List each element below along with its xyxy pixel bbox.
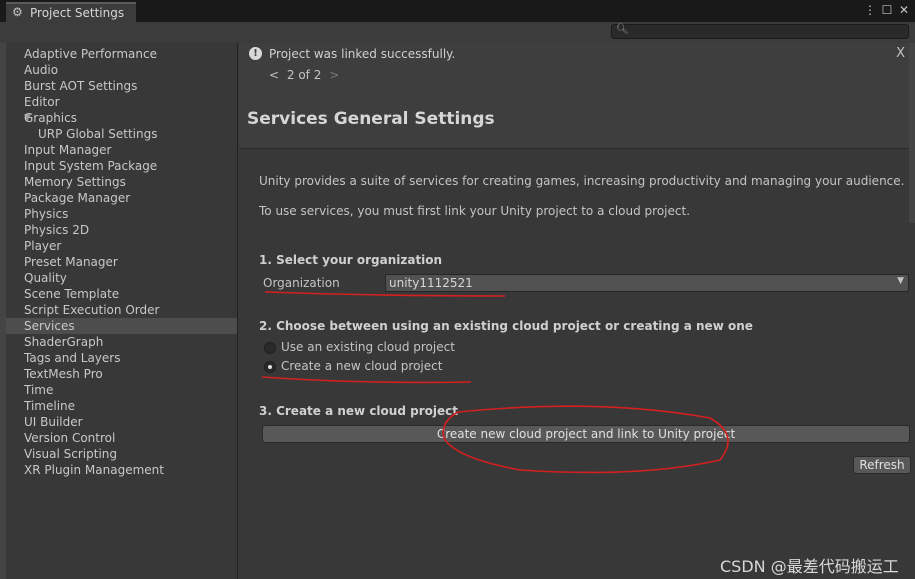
pager-prev-button[interactable]: < xyxy=(269,68,279,82)
sidebar-item-label: Adaptive Performance xyxy=(24,47,157,61)
sidebar-item[interactable]: Audio xyxy=(6,62,237,78)
notification-message: Project was linked successfully. xyxy=(269,47,456,61)
sidebar-item-label: Audio xyxy=(24,63,59,77)
sidebar-item-label: Editor xyxy=(24,95,60,109)
close-icon[interactable]: ✕ xyxy=(896,3,912,17)
sidebar-item[interactable]: Preset Manager xyxy=(6,254,237,270)
sidebar-item-label: ShaderGraph xyxy=(24,335,104,349)
sidebar-item-label: UI Builder xyxy=(24,415,83,429)
organization-dropdown[interactable]: unity1112521 ▼ xyxy=(385,274,909,292)
radio-new-label: Create a new cloud project xyxy=(281,359,443,373)
sidebar-item[interactable]: Services xyxy=(6,318,237,334)
services-content: Unity provides a suite of services for c… xyxy=(239,149,915,579)
sidebar-item-label: Physics 2D xyxy=(24,223,90,237)
sidebar-item-label: Memory Settings xyxy=(24,175,126,189)
intro-text: Unity provides a suite of services for c… xyxy=(259,174,905,188)
search-input[interactable]: 🔍︎ xyxy=(611,24,909,39)
sidebar-item[interactable]: Physics 2D xyxy=(6,222,237,238)
sidebar-item[interactable]: XR Plugin Management xyxy=(6,462,237,478)
sidebar-item[interactable]: Tags and Layers xyxy=(6,350,237,366)
sidebar-item-label: Script Execution Order xyxy=(24,303,160,317)
kebab-menu-icon[interactable]: ⋮ xyxy=(862,3,878,17)
sidebar-item-label: Input System Package xyxy=(24,159,158,173)
sidebar-item[interactable]: Visual Scripting xyxy=(6,446,237,462)
info-icon: ! xyxy=(249,47,262,60)
sidebar-item-label: Graphics xyxy=(24,111,77,125)
radio-existing-circle[interactable] xyxy=(264,342,276,354)
page-header: Services General Settings xyxy=(239,91,915,149)
sidebar-item[interactable]: Version Control xyxy=(6,430,237,446)
sidebar-item-label: URP Global Settings xyxy=(38,127,158,141)
sidebar-item-label: Preset Manager xyxy=(24,255,118,269)
radio-existing-label: Use an existing cloud project xyxy=(281,340,455,354)
title-bar: ⚙ Project Settings ⋮ ☐ ✕ xyxy=(0,0,915,22)
sidebar-item[interactable]: Time xyxy=(6,382,237,398)
pager-next-button[interactable]: > xyxy=(329,68,339,82)
sidebar-item[interactable]: Physics xyxy=(6,206,237,222)
notification-pager: < 2 of 2 > xyxy=(269,68,339,82)
pager-count: 2 of 2 xyxy=(286,68,322,82)
watermark: CSDN @最差代码搬运工 xyxy=(720,557,899,576)
sidebar-item[interactable]: Scene Template xyxy=(6,286,237,302)
sidebar-item[interactable]: TextMesh Pro xyxy=(6,366,237,382)
sidebar-item[interactable]: ▼ Graphics xyxy=(6,110,237,126)
sidebar-item-label: Time xyxy=(24,383,54,397)
organization-value: unity1112521 xyxy=(389,276,473,290)
sidebar-item[interactable]: Script Execution Order xyxy=(6,302,237,318)
sidebar-item[interactable]: Burst AOT Settings xyxy=(6,78,237,94)
sidebar-item-label: Tags and Layers xyxy=(24,351,121,365)
sidebar-item[interactable]: Adaptive Performance xyxy=(6,46,237,62)
sidebar-item[interactable]: ShaderGraph xyxy=(6,334,237,350)
sidebar-item-label: Timeline xyxy=(24,399,76,413)
organization-label: Organization xyxy=(263,276,340,290)
radio-new-circle[interactable] xyxy=(264,361,276,373)
gear-icon: ⚙ xyxy=(12,5,23,19)
notification-close-button[interactable]: X xyxy=(896,46,905,61)
sidebar-item[interactable]: Input System Package xyxy=(6,158,237,174)
sidebar-item-label: Version Control xyxy=(24,431,116,445)
step2-title: 2. Choose between using an existing clou… xyxy=(259,319,753,333)
notification-banner: ! Project was linked successfully. X < 2… xyxy=(239,43,915,91)
sidebar-item-label: XR Plugin Management xyxy=(24,463,164,477)
maximize-icon[interactable]: ☐ xyxy=(879,3,895,17)
sidebar-item-label: Input Manager xyxy=(24,143,112,157)
tab-project-settings[interactable]: ⚙ Project Settings xyxy=(6,2,136,22)
sidebar-item-label: Services xyxy=(24,319,75,333)
chevron-down-icon: ▼ xyxy=(897,276,904,286)
sidebar-item-label: Burst AOT Settings xyxy=(24,79,138,93)
sidebar-item-label: Visual Scripting xyxy=(24,447,117,461)
page-title: Services General Settings xyxy=(247,109,495,129)
sidebar-item[interactable]: Editor xyxy=(6,94,237,110)
sidebar-item[interactable]: Timeline xyxy=(6,398,237,414)
sidebar-item[interactable]: Input Manager xyxy=(6,142,237,158)
sidebar-item[interactable]: UI Builder xyxy=(6,414,237,430)
tab-title: Project Settings xyxy=(30,6,125,20)
step3-title: 3. Create a new cloud project xyxy=(259,404,458,418)
sidebar-item-label: TextMesh Pro xyxy=(24,367,103,381)
search-icon: 🔍︎ xyxy=(616,24,629,35)
sidebar-item-label: Quality xyxy=(24,271,67,285)
sidebar-item[interactable]: Memory Settings xyxy=(6,174,237,190)
settings-sidebar: Adaptive Performance Audio Burst AOT Setti… xyxy=(6,43,238,579)
sidebar-item[interactable]: Player xyxy=(6,238,237,254)
sidebar-item-label: Physics xyxy=(24,207,69,221)
sidebar-item-label: Package Manager xyxy=(24,191,131,205)
step1-title: 1. Select your organization xyxy=(259,253,443,267)
sidebar-item-label: Scene Template xyxy=(24,287,120,301)
sidebar-item[interactable]: Package Manager xyxy=(6,190,237,206)
link-note-text: To use services, you must first link you… xyxy=(259,204,691,218)
sidebar-item[interactable]: Quality xyxy=(6,270,237,286)
refresh-button[interactable]: Refresh xyxy=(853,456,911,474)
sidebar-item-label: Player xyxy=(24,239,62,253)
create-cloud-project-button[interactable]: Create new cloud project and link to Uni… xyxy=(262,425,910,443)
sidebar-item[interactable]: URP Global Settings xyxy=(6,126,237,142)
